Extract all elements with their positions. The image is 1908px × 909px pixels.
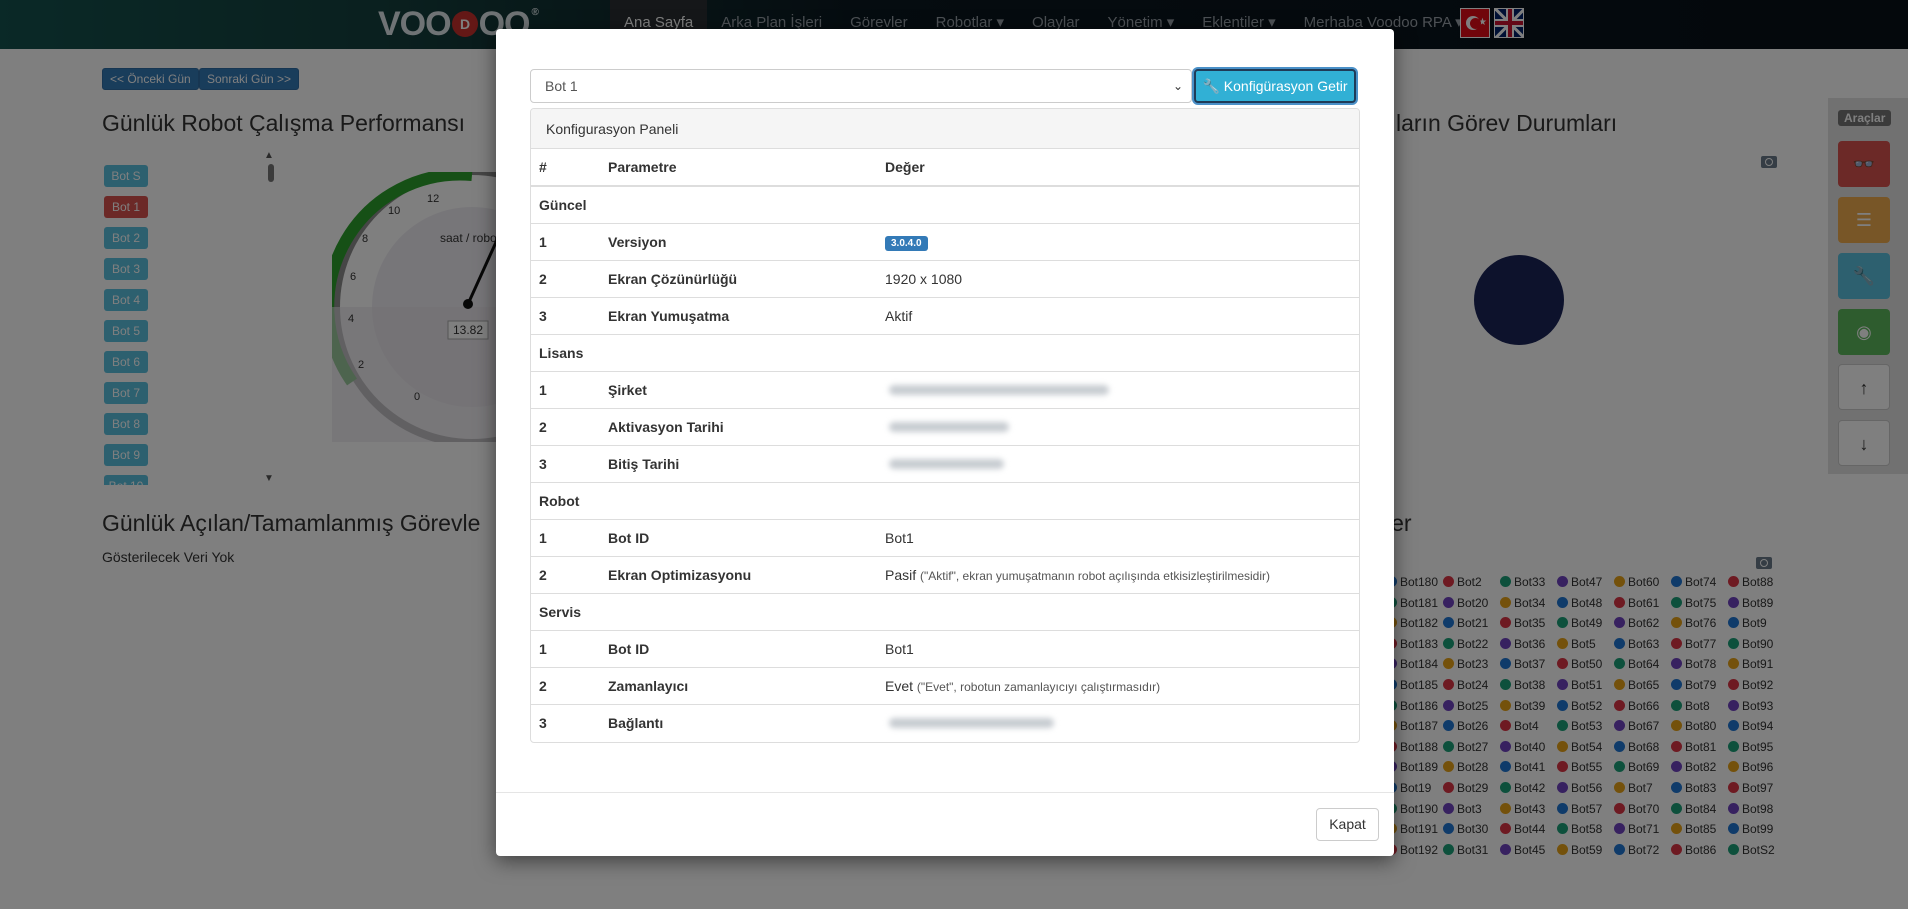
col-header-value: Değer <box>877 149 1359 187</box>
table-row: 1 Versiyon 3.0.4.0 <box>531 222 1359 260</box>
group-row: Lisans <box>531 333 1359 371</box>
configuration-table: # Parametre Değer Güncel 1 Versiyon 3.0.4.0… <box>531 149 1359 741</box>
close-button[interactable]: Kapat <box>1316 808 1379 841</box>
parameter-value: Aktif <box>877 296 1359 334</box>
group-label: Güncel <box>531 185 1359 223</box>
table-row: 3 Bitiş Tarihi <box>531 444 1359 482</box>
table-row: 1 Şirket <box>531 370 1359 408</box>
parameter-name: Ekran Çözünürlüğü <box>600 259 877 297</box>
table-row: 3 Bağlantı <box>531 703 1359 741</box>
row-number: 1 <box>531 222 600 260</box>
parameter-value <box>877 370 1359 408</box>
value-text: Evet <box>885 677 914 694</box>
parameter-value: Pasif ("Aktif", ekran yumuşatmanın robot… <box>877 555 1359 593</box>
parameter-name: Versiyon <box>600 222 877 260</box>
table-row: 2 Ekran Optimizasyonu Pasif ("Aktif", ekra… <box>531 555 1359 593</box>
parameter-name: Bağlantı <box>600 703 877 741</box>
parameter-value: 3.0.4.0 <box>877 222 1359 260</box>
row-number: 3 <box>531 703 600 741</box>
group-row: Güncel <box>531 185 1359 223</box>
table-row: 2 Ekran Çözünürlüğü 1920 x 1080 <box>531 259 1359 297</box>
redacted-value <box>889 421 1009 432</box>
row-number: 2 <box>531 555 600 593</box>
group-label: Robot <box>531 481 1359 519</box>
selected-bot-value: Bot 1 <box>545 78 578 94</box>
row-number: 3 <box>531 444 600 482</box>
get-configuration-label: Konfigürasyon Getir <box>1223 78 1348 94</box>
value-text: 1920 x 1080 <box>885 270 963 287</box>
group-label: Servis <box>531 592 1359 630</box>
redacted-value <box>889 717 1054 728</box>
row-number: 1 <box>531 370 600 408</box>
table-row: 3 Ekran Yumuşatma Aktif <box>531 296 1359 334</box>
parameter-name: Ekran Optimizasyonu <box>600 555 877 593</box>
parameter-name: Ekran Yumuşatma <box>600 296 877 334</box>
parameter-value <box>877 703 1359 741</box>
row-number: 2 <box>531 666 600 704</box>
parameter-value <box>877 444 1359 482</box>
parameter-value: 1920 x 1080 <box>877 259 1359 297</box>
parameter-name: Şirket <box>600 370 877 408</box>
parameter-value: Bot1 <box>877 629 1359 667</box>
table-row: 2 Aktivasyon Tarihi <box>531 407 1359 445</box>
modal-footer-divider <box>496 792 1394 793</box>
table-row: 1 Bot ID Bot1 <box>531 629 1359 667</box>
value-text: Bot1 <box>885 640 914 657</box>
configuration-modal: Bot 1 ⌄ 🔧 Konfigürasyon Getir Konfiguras… <box>496 29 1394 856</box>
row-number: 3 <box>531 296 600 334</box>
wrench-icon: 🔧 <box>1202 78 1220 94</box>
chevron-down-icon: ⌄ <box>1172 79 1183 93</box>
get-configuration-button[interactable]: 🔧 Konfigürasyon Getir <box>1194 69 1356 103</box>
parameter-name: Aktivasyon Tarihi <box>600 407 877 445</box>
value-note: ("Evet", robotun zamanlayıcıyı çalıştırm… <box>916 679 1161 694</box>
group-row: Servis <box>531 592 1359 630</box>
table-row: 1 Bot ID Bot1 <box>531 518 1359 556</box>
row-number: 2 <box>531 407 600 445</box>
panel-heading: Konfigurasyon Paneli <box>531 109 1359 149</box>
redacted-value <box>889 384 1109 395</box>
table-row: 2 Zamanlayıcı Evet ("Evet", robotun zamanl… <box>531 666 1359 704</box>
parameter-value: Bot1 <box>877 518 1359 556</box>
bot-select-dropdown[interactable]: Bot 1 ⌄ <box>530 69 1192 103</box>
row-number: 1 <box>531 629 600 667</box>
value-text: Pasif <box>885 566 917 583</box>
parameter-value <box>877 407 1359 445</box>
parameter-name: Bot ID <box>600 518 877 556</box>
value-note: ("Aktif", ekran yumuşatmanın robot açılı… <box>920 568 1270 583</box>
parameter-value: Evet ("Evet", robotun zamanlayıcıyı çalı… <box>877 666 1359 704</box>
redacted-value <box>889 458 1004 469</box>
group-label: Lisans <box>531 333 1359 371</box>
group-row: Robot <box>531 481 1359 519</box>
row-number: 1 <box>531 518 600 556</box>
configuration-panel: Konfigurasyon Paneli # Parametre Değer G… <box>530 108 1360 743</box>
value-text: Aktif <box>885 307 913 324</box>
col-header-param: Parametre <box>600 149 877 187</box>
col-header-num: # <box>531 149 600 187</box>
version-badge: 3.0.4.0 <box>885 235 928 251</box>
parameter-name: Zamanlayıcı <box>600 666 877 704</box>
row-number: 2 <box>531 259 600 297</box>
value-text: Bot1 <box>885 529 914 546</box>
parameter-name: Bot ID <box>600 629 877 667</box>
parameter-name: Bitiş Tarihi <box>600 444 877 482</box>
